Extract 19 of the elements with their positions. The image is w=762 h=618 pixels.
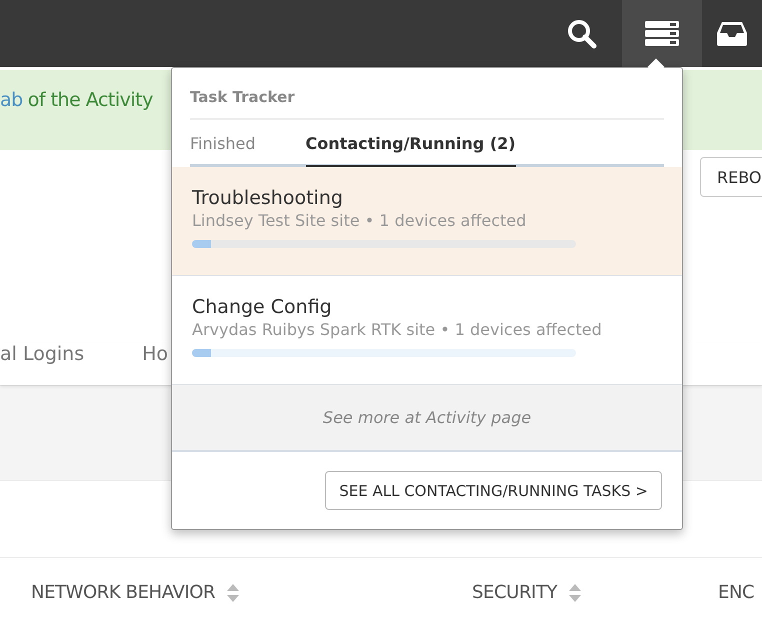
page-tab[interactable]: al Logins xyxy=(0,343,84,365)
column-header[interactable]: SECURITY xyxy=(472,582,718,603)
page-tab[interactable]: Ho xyxy=(142,343,168,365)
task-item[interactable]: Change Config Arvydas Ruibys Spark RTK site • 1 devices affected xyxy=(172,276,682,385)
server-stack-icon[interactable] xyxy=(645,20,679,46)
reboot-button[interactable]: REBO xyxy=(700,157,762,197)
search-icon[interactable] xyxy=(567,18,597,48)
banner-text: of the Activity xyxy=(28,89,153,111)
task-item[interactable]: Troubleshooting Lindsey Test Site site • 1 devices affected xyxy=(172,167,682,276)
task-detail: Arvydas Ruibys Spark RTK site • 1 devices affected xyxy=(192,320,603,339)
column-header[interactable]: ENC xyxy=(718,582,762,603)
task-detail: Lindsey Test Site site • 1 devices affected xyxy=(192,211,528,230)
task-name: Change Config xyxy=(192,296,333,318)
see-all-button[interactable]: SEE ALL CONTACTING/RUNNING TASKS > xyxy=(325,471,662,510)
popup-title: Task Tracker xyxy=(190,68,664,120)
inbox-icon[interactable] xyxy=(717,22,747,46)
tracker-tab[interactable]: Finished xyxy=(190,120,256,167)
column-header[interactable]: NETWORK BEHAVIOR xyxy=(31,582,472,603)
task-name: Troubleshooting xyxy=(192,187,344,209)
